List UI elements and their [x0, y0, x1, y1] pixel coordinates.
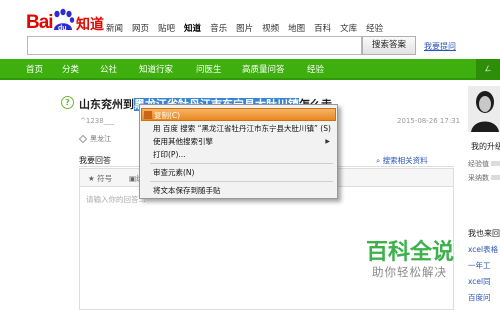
experience-stat: 经验值	[468, 159, 500, 169]
logo-zhidao-text: 知道	[76, 17, 104, 33]
topnav-item-web[interactable]: 网页	[132, 22, 149, 34]
main-nav-bar: 首页 分类 公社 知道行家 问医生 高质量问答 经验 ㄥ	[0, 59, 500, 80]
adopted-stat: 采纳数	[468, 173, 500, 183]
symbol-label: 符号	[97, 174, 113, 183]
adopted-label: 采纳数	[468, 174, 489, 182]
question-tag[interactable]: 黑龙江	[90, 134, 111, 144]
sidebar-link[interactable]: 一年工	[468, 260, 491, 271]
nav-item-jingyan[interactable]: 经验	[307, 63, 324, 75]
baidu-zhidao-logo[interactable]: Bai du 知道	[26, 8, 104, 36]
topnav-item-images[interactable]: 图片	[236, 22, 253, 34]
sidebar-link[interactable]: xcel表格	[468, 244, 498, 255]
submenu-arrow-icon: ▶	[325, 138, 330, 145]
watermark-subtitle: 助你轻松解决	[372, 265, 447, 279]
logo-bai-text: Bai	[26, 12, 54, 33]
question-icon: ?	[61, 96, 74, 109]
nav-item-commune[interactable]: 公社	[100, 63, 117, 75]
my-answer-label: 我要回答	[79, 156, 111, 165]
menu-item-print[interactable]: 打印(P)...	[141, 148, 336, 161]
answer-placeholder: 请输入你的回答...	[86, 195, 146, 204]
topnav-item-zhidao[interactable]: 知道	[184, 22, 201, 34]
search-related-label: 搜索相关资料	[382, 156, 428, 165]
topnav-item-jingyan[interactable]: 经验	[366, 22, 383, 34]
right-sidebar: 我的升级 经验值 采纳数 我也来回 xcel表格 一年工 xcel同 百度问	[468, 86, 500, 310]
star-icon: ★	[88, 174, 95, 183]
nav-item-quality-qa[interactable]: 高质量问答	[242, 63, 285, 75]
search-related-icon: ⌕	[376, 156, 383, 165]
sidebar-link[interactable]: 百度问	[468, 292, 491, 303]
menu-item-copy[interactable]: 复制(C)	[141, 108, 336, 121]
top-nav: 新闻 网页 贴吧 知道 音乐 图片 视频 地图 百科 文库 经验	[106, 22, 383, 34]
topnav-item-music[interactable]: 音乐	[210, 22, 227, 34]
sidebar-link[interactable]: xcel同	[468, 276, 491, 287]
nav-side-tab[interactable]: ㄥ	[476, 59, 500, 80]
avatar[interactable]	[468, 86, 500, 132]
nav-item-category[interactable]: 分类	[62, 63, 79, 75]
ask-question-link[interactable]: 我要提问	[424, 41, 456, 52]
search-answer-button[interactable]: 搜索答案	[362, 36, 416, 55]
tag-icon	[78, 134, 88, 144]
sidebar-section-title: 我也来回	[468, 229, 500, 238]
topnav-item-map[interactable]: 地图	[288, 22, 305, 34]
question-title-prefix: 山东兖州到	[79, 98, 134, 111]
menu-item-baidu-search[interactable]: 用 百度 搜索 “黑龙江省牡丹江市东宁县大肚川镇” (S)	[141, 122, 336, 135]
paw-icon: du	[54, 8, 75, 32]
topnav-item-news[interactable]: 新闻	[106, 22, 123, 34]
adopted-bar	[491, 175, 500, 180]
topnav-item-wenku[interactable]: 文库	[340, 22, 357, 34]
topnav-item-video[interactable]: 视频	[262, 22, 279, 34]
menu-item-save-to-notes[interactable]: 将文本保存到随手贴	[141, 184, 336, 197]
context-menu: 复制(C) 用 百度 搜索 “黑龙江省牡丹江市东宁县大肚川镇” (S) 使用其他…	[139, 104, 338, 199]
topnav-item-baike[interactable]: 百科	[314, 22, 331, 34]
topnav-item-tieba[interactable]: 贴吧	[158, 22, 175, 34]
menu-separator	[150, 163, 333, 164]
menu-item-other-search-label: 使用其他搜索引擎	[153, 137, 213, 146]
question-timestamp: 2015-08-26 17:31	[397, 117, 461, 125]
search-related-link[interactable]: ⌕ 搜索相关资料	[376, 155, 428, 166]
logo-du-text: du	[58, 25, 67, 32]
menu-separator	[150, 181, 333, 182]
menu-item-other-search-engines[interactable]: 使用其他搜索引擎 ▶	[141, 135, 336, 148]
menu-item-inspect-element[interactable]: 审查元素(N)	[141, 166, 336, 179]
avatar-portrait	[468, 86, 500, 132]
experience-bar	[491, 161, 500, 166]
nav-item-ask-doctor[interactable]: 问医生	[196, 63, 222, 75]
copy-icon	[144, 111, 152, 119]
nav-item-home[interactable]: 首页	[26, 63, 43, 75]
asker-username[interactable]: ^1238___	[80, 117, 114, 125]
experience-label: 经验值	[468, 160, 489, 168]
watermark-title: 百科全说	[366, 240, 455, 265]
menu-item-copy-label: 复制(C)	[154, 111, 181, 120]
search-input[interactable]	[27, 36, 362, 55]
watermark: 百科全说 助你轻松解决	[352, 232, 470, 288]
nav-item-experts[interactable]: 知道行家	[139, 63, 173, 75]
symbol-button[interactable]: ★ 符号	[88, 173, 112, 184]
user-level-name: 我的升级	[471, 142, 500, 151]
